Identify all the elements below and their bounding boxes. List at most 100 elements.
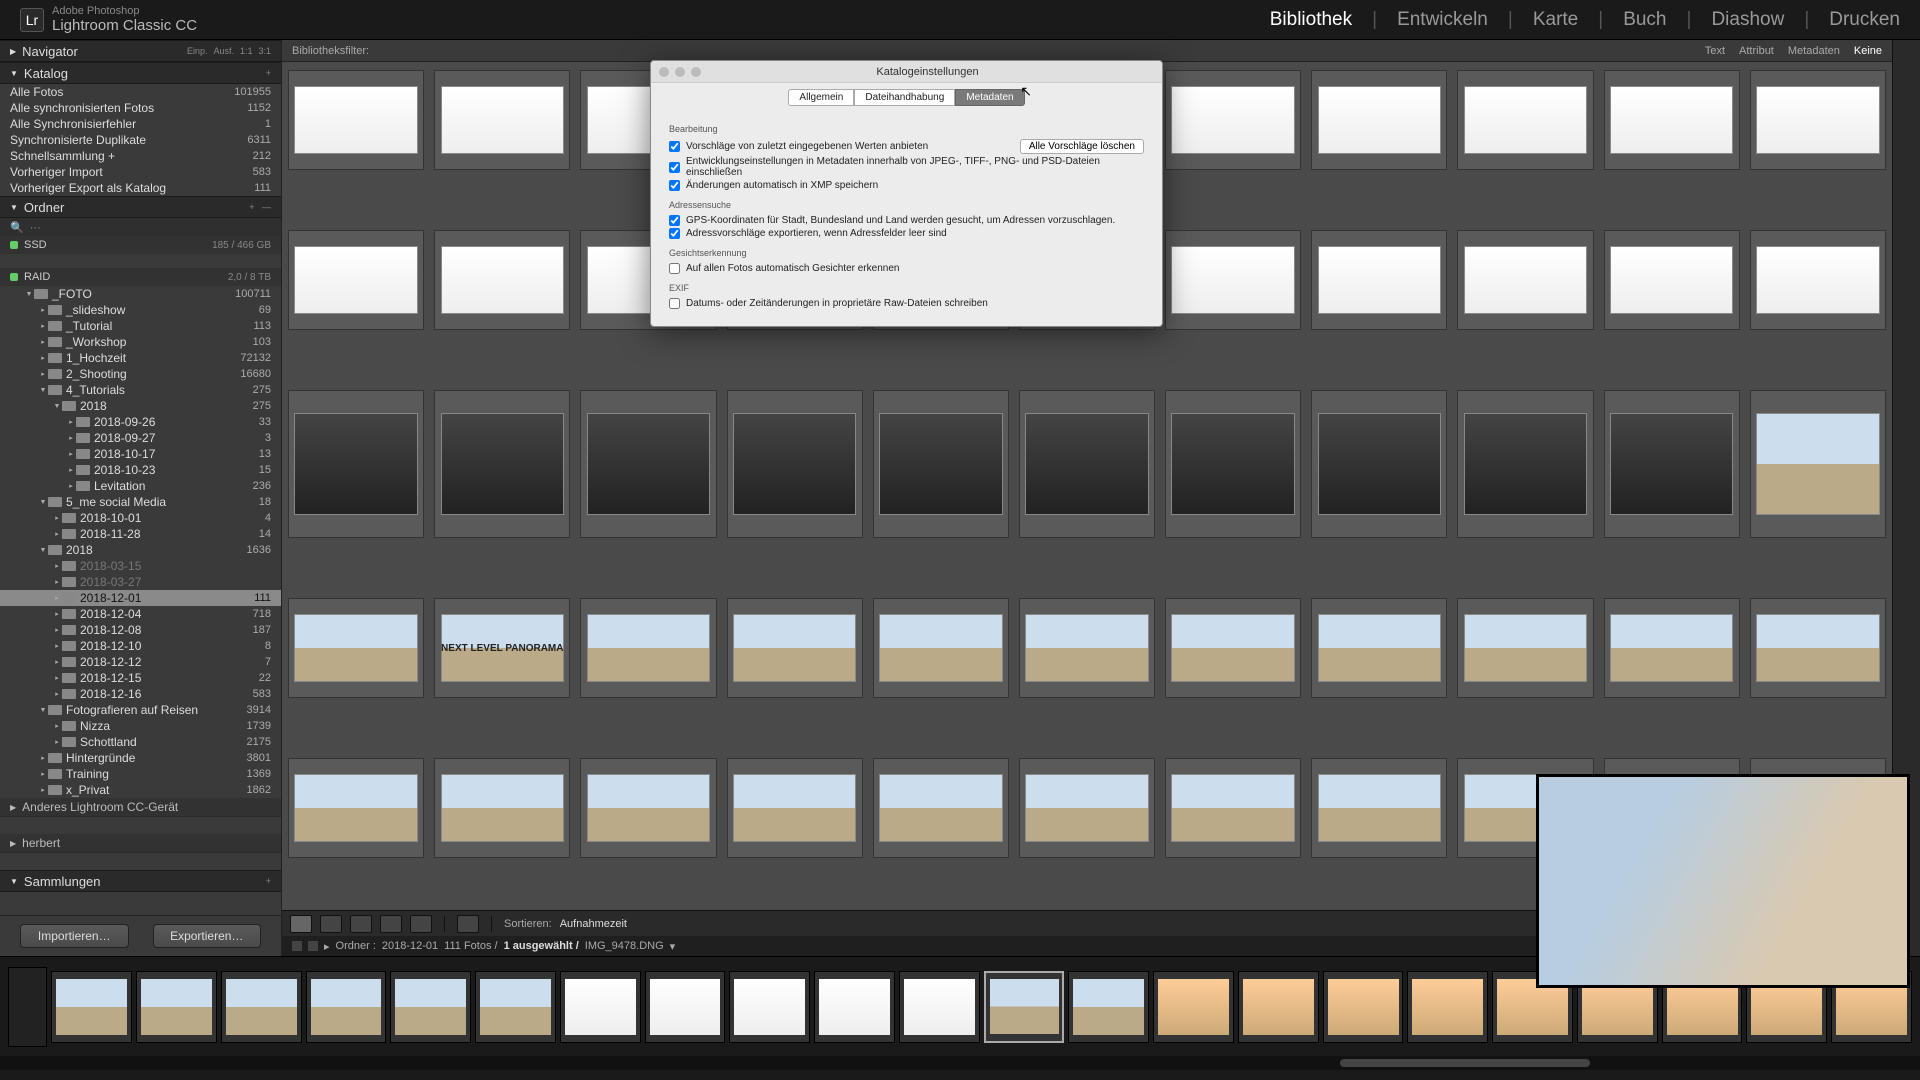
thumbnail-cell[interactable]	[434, 70, 570, 170]
module-tab-bibliothek[interactable]: Bibliothek	[1270, 9, 1352, 31]
other-user-row[interactable]: ▶herbert	[0, 834, 281, 852]
thumbnail-cell[interactable]	[1165, 758, 1301, 858]
folder-item[interactable]: ▸2018-12-01111	[0, 590, 281, 606]
folder-item[interactable]: ▸Nizza1739	[0, 718, 281, 734]
folder-item[interactable]: ▸1_Hochzeit72132	[0, 350, 281, 366]
checkbox[interactable]	[669, 215, 680, 226]
catalog-item[interactable]: Synchronisierte Duplikate6311	[0, 132, 281, 148]
thumbnail-cell[interactable]	[1311, 390, 1447, 538]
filmstrip-thumb[interactable]	[390, 971, 471, 1043]
filmstrip-thumb[interactable]	[51, 971, 132, 1043]
folder-item[interactable]: ▼4_Tutorials275	[0, 382, 281, 398]
clear-suggestions-button[interactable]: Alle Vorschläge löschen	[1020, 139, 1144, 154]
folder-item[interactable]: ▸_Workshop103	[0, 334, 281, 350]
thumbnail-cell[interactable]	[1750, 230, 1886, 330]
grid-shortcut-icon[interactable]	[308, 941, 318, 951]
folder-item[interactable]: ▸_slideshow69	[0, 302, 281, 318]
thumbnail-cell[interactable]: NEXT LEVEL PANORAMA	[434, 598, 570, 698]
module-tab-karte[interactable]: Karte	[1533, 9, 1578, 31]
folders-header[interactable]: ▼ Ordner + —	[0, 196, 281, 218]
other-device-row[interactable]: ▶Anderes Lightroom CC-Gerät	[0, 798, 281, 816]
folder-item[interactable]: ▸_Tutorial113	[0, 318, 281, 334]
thumbnail-cell[interactable]	[580, 598, 716, 698]
catalog-item[interactable]: Alle Fotos101955	[0, 84, 281, 100]
filter-metadaten[interactable]: Metadaten	[1788, 45, 1840, 57]
folder-item[interactable]: ▼20181636	[0, 542, 281, 558]
catalog-header[interactable]: ▼ Katalog +	[0, 62, 281, 84]
folder-item[interactable]: ▸2018-12-08187	[0, 622, 281, 638]
filmstrip-scrollbar[interactable]	[0, 1056, 1920, 1070]
folder-item[interactable]: ▸2018-03-15	[0, 558, 281, 574]
secondary-monitor-icon[interactable]	[292, 941, 302, 951]
filmstrip-thumb[interactable]	[306, 971, 387, 1043]
folder-item[interactable]: ▸2018-10-014	[0, 510, 281, 526]
folder-item[interactable]: ▸2018-10-2315	[0, 462, 281, 478]
folder-item[interactable]: ▸2018-10-1713	[0, 446, 281, 462]
thumbnail-cell[interactable]	[1604, 70, 1740, 170]
window-traffic-lights[interactable]	[659, 67, 701, 77]
thumbnail-cell[interactable]	[434, 390, 570, 538]
filter-keine[interactable]: Keine	[1854, 45, 1882, 57]
folder-item[interactable]: ▸2018-09-2633	[0, 414, 281, 430]
thumbnail-cell[interactable]	[288, 70, 424, 170]
thumbnail-cell[interactable]	[1457, 598, 1593, 698]
folder-item[interactable]: ▸2018-11-2814	[0, 526, 281, 542]
thumbnail-cell[interactable]	[1457, 390, 1593, 538]
import-button[interactable]: Importieren…	[20, 924, 129, 948]
folder-item[interactable]: ▸2018-09-273	[0, 430, 281, 446]
folder-item[interactable]: ▸2018-12-16583	[0, 686, 281, 702]
filmstrip-thumb[interactable]	[560, 971, 641, 1043]
nav-zoom-Ausf.[interactable]: Ausf.	[213, 46, 234, 56]
folder-item[interactable]: ▸Hintergründe3801	[0, 750, 281, 766]
thumbnail-cell[interactable]	[1311, 230, 1447, 330]
path-seg[interactable]: 2018-12-01	[382, 940, 438, 952]
dialog-tab-allgemein[interactable]: Allgemein	[788, 89, 854, 106]
folder-item[interactable]: ▸x_Privat1862	[0, 782, 281, 798]
checkbox[interactable]	[669, 228, 680, 239]
catalog-item[interactable]: Schnellsammlung +212	[0, 148, 281, 164]
folder-item[interactable]: ▸Training1369	[0, 766, 281, 782]
filter-text[interactable]: Text	[1705, 45, 1725, 57]
folder-item[interactable]: ▸Schottland2175	[0, 734, 281, 750]
catalog-item[interactable]: Alle Synchronisierfehler1	[0, 116, 281, 132]
filmstrip-thumb[interactable]	[1407, 971, 1488, 1043]
thumbnail-cell[interactable]	[1019, 598, 1155, 698]
thumbnail-cell[interactable]	[1311, 70, 1447, 170]
filmstrip-thumb[interactable]	[1153, 971, 1234, 1043]
grid-view-icon[interactable]	[290, 915, 312, 933]
thumbnail-cell[interactable]	[873, 390, 1009, 538]
checkbox[interactable]	[669, 162, 680, 173]
folder-item[interactable]: ▸2_Shooting16680	[0, 366, 281, 382]
folder-item[interactable]: ▸2018-12-1522	[0, 670, 281, 686]
filmstrip-controls[interactable]	[8, 967, 47, 1047]
thumbnail-cell[interactable]	[1604, 230, 1740, 330]
nav-zoom-1:1[interactable]: 1:1	[240, 46, 253, 56]
survey-view-icon[interactable]	[380, 915, 402, 933]
filmstrip-thumb[interactable]	[136, 971, 217, 1043]
filmstrip-thumb[interactable]	[221, 971, 302, 1043]
thumbnail-cell[interactable]	[1750, 390, 1886, 538]
thumbnail-cell[interactable]	[1604, 598, 1740, 698]
volume-raid[interactable]: RAID 2,0 / 8 TB	[0, 268, 281, 286]
zoom-icon[interactable]	[691, 67, 701, 77]
folder-filter-row[interactable]: 🔍⋯	[0, 218, 281, 236]
filmstrip-thumb[interactable]	[984, 971, 1065, 1043]
thumbnail-cell[interactable]	[288, 230, 424, 330]
nav-zoom-3:1[interactable]: 3:1	[258, 46, 271, 56]
module-tab-diashow[interactable]: Diashow	[1711, 9, 1784, 31]
compare-view-icon[interactable]	[350, 915, 372, 933]
folder-item[interactable]: ▸Levitation236	[0, 478, 281, 494]
folder-item[interactable]: ▸2018-12-04718	[0, 606, 281, 622]
thumbnail-cell[interactable]	[1311, 598, 1447, 698]
filmstrip-thumb[interactable]	[1323, 971, 1404, 1043]
filmstrip-thumb[interactable]	[1068, 971, 1149, 1043]
thumbnail-cell[interactable]	[580, 758, 716, 858]
catalog-item[interactable]: Alle synchronisierten Fotos1152	[0, 100, 281, 116]
people-view-icon[interactable]	[410, 915, 432, 933]
thumbnail-cell[interactable]	[727, 390, 863, 538]
folder-item[interactable]: ▸2018-12-127	[0, 654, 281, 670]
thumbnail-cell[interactable]	[434, 758, 570, 858]
thumbnail-cell[interactable]	[1457, 230, 1593, 330]
filmstrip-thumb[interactable]	[475, 971, 556, 1043]
thumbnail-cell[interactable]	[1604, 390, 1740, 538]
